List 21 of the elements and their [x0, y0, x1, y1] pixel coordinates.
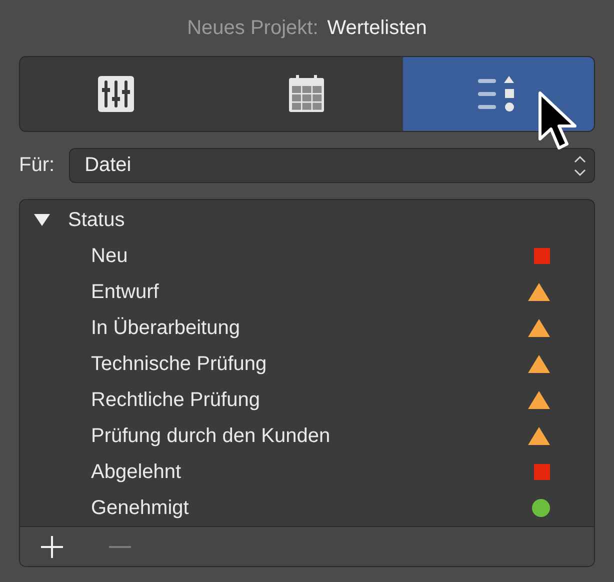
list-item[interactable]: Genehmigt: [91, 496, 532, 520]
chevron-updown-icon: [574, 154, 586, 176]
for-dropdown[interactable]: Datei: [68, 148, 595, 183]
sliders-icon: [98, 76, 134, 112]
list-item[interactable]: Entwurf: [91, 280, 528, 304]
project-label: Neues Projekt:: [187, 16, 318, 40]
list-item[interactable]: Neu: [91, 244, 534, 268]
list-item[interactable]: Technische Prüfung: [91, 352, 528, 376]
plus-icon: [40, 534, 64, 558]
list-item[interactable]: Prüfung durch den Kunden: [91, 424, 528, 448]
calendar-icon: [288, 75, 326, 113]
disclosure-triangle-icon[interactable]: [34, 213, 50, 227]
minus-icon: [108, 546, 132, 548]
list-item[interactable]: In Überarbeitung: [91, 316, 528, 340]
tab[interactable]: [402, 57, 594, 131]
group-label[interactable]: Status: [68, 208, 550, 232]
add-button[interactable]: [40, 534, 64, 558]
list-item[interactable]: Abgelehnt: [91, 460, 534, 484]
window-title: Wertelisten: [327, 16, 427, 40]
for-label: Für:: [19, 154, 55, 177]
list-item[interactable]: Rechtliche Prüfung: [91, 388, 528, 412]
